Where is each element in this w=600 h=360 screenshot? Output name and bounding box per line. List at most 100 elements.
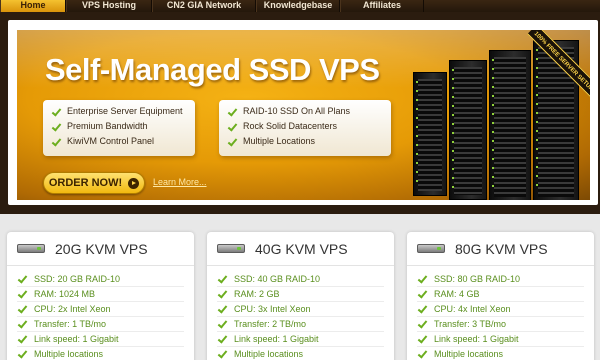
plan-header: 20G KVM VPS <box>7 232 194 266</box>
feature-label: Multiple Locations <box>243 136 316 146</box>
hero-title: Self-Managed SSD VPS <box>45 52 380 87</box>
feature-label: RAID-10 SSD On All Plans <box>243 106 351 116</box>
spec-label: RAM: 2 GB <box>234 289 280 299</box>
spec-label: SSD: 80 GB RAID-10 <box>434 274 521 284</box>
check-icon <box>217 349 227 359</box>
plans-section: 20G KVM VPS SSD: 20 GB RAID-10 RAM: 1024… <box>0 214 600 360</box>
check-icon <box>51 137 61 147</box>
ssd-drive-icon <box>217 244 245 253</box>
spec-label: Multiple locations <box>234 349 304 359</box>
spec-label: Link speed: 1 Gigabit <box>234 334 319 344</box>
spec-item: RAM: 2 GB <box>217 287 384 302</box>
ssd-drive-icon <box>417 244 445 253</box>
check-icon <box>17 304 27 314</box>
spec-list: SSD: 20 GB RAID-10 RAM: 1024 MB CPU: 2x … <box>7 266 194 360</box>
check-icon <box>51 122 61 132</box>
spec-item: Link speed: 1 Gigabit <box>417 332 584 347</box>
check-icon <box>17 334 27 344</box>
plan-card-20g[interactable]: 20G KVM VPS SSD: 20 GB RAID-10 RAM: 1024… <box>7 232 194 360</box>
spec-item: CPU: 3x Intel Xeon <box>217 302 384 317</box>
check-icon <box>417 274 427 284</box>
feature-item: Premium Bandwidth <box>51 119 187 134</box>
play-arrow-icon <box>128 177 140 189</box>
server-rack <box>413 72 447 196</box>
plan-card-80g[interactable]: 80G KVM VPS SSD: 80 GB RAID-10 RAM: 4 GB… <box>407 232 594 360</box>
check-icon <box>417 304 427 314</box>
feature-item: Multiple Locations <box>227 134 383 149</box>
learn-more-link[interactable]: Learn More... <box>153 177 207 187</box>
spec-label: CPU: 2x Intel Xeon <box>34 304 111 314</box>
hero-banner: Self-Managed SSD VPS Enterprise Server E… <box>17 30 590 200</box>
order-now-label: ORDER NOW! <box>48 177 123 189</box>
plan-title: 40G KVM VPS <box>255 240 348 257</box>
check-icon <box>417 289 427 299</box>
plan-card-40g[interactable]: 40G KVM VPS SSD: 40 GB RAID-10 RAM: 2 GB… <box>207 232 394 360</box>
spec-item: SSD: 80 GB RAID-10 <box>417 272 584 287</box>
check-icon <box>417 319 427 329</box>
plan-title: 80G KVM VPS <box>455 240 548 257</box>
spec-label: Link speed: 1 Gigabit <box>34 334 119 344</box>
check-icon <box>17 289 27 299</box>
check-icon <box>51 107 61 117</box>
server-racks-illustration: 100% FREE SERVER SETUP <box>413 30 590 200</box>
check-icon <box>17 349 27 359</box>
check-icon <box>227 137 237 147</box>
check-icon <box>17 274 27 284</box>
spec-item: SSD: 40 GB RAID-10 <box>217 272 384 287</box>
nav-item-vps-hosting[interactable]: VPS Hosting <box>66 0 152 12</box>
top-nav: Home VPS Hosting CN2 GIA Network Knowled… <box>0 0 600 12</box>
feature-box-right: RAID-10 SSD On All Plans Rock Solid Data… <box>219 100 391 156</box>
feature-item: RAID-10 SSD On All Plans <box>227 104 383 119</box>
feature-item: KiwiVM Control Panel <box>51 134 187 149</box>
feature-label: Premium Bandwidth <box>67 121 148 131</box>
spec-list: SSD: 80 GB RAID-10 RAM: 4 GB CPU: 4x Int… <box>407 266 594 360</box>
spec-item: RAM: 1024 MB <box>17 287 184 302</box>
feature-label: KiwiVM Control Panel <box>67 136 155 146</box>
spec-label: CPU: 3x Intel Xeon <box>234 304 311 314</box>
plan-header: 80G KVM VPS <box>407 232 594 266</box>
spec-item: CPU: 4x Intel Xeon <box>417 302 584 317</box>
check-icon <box>217 289 227 299</box>
spec-item: CPU: 2x Intel Xeon <box>17 302 184 317</box>
spec-item: Link speed: 1 Gigabit <box>217 332 384 347</box>
check-icon <box>17 319 27 329</box>
plan-title: 20G KVM VPS <box>55 240 148 257</box>
check-icon <box>417 334 427 344</box>
hero-frame: Self-Managed SSD VPS Enterprise Server E… <box>8 20 598 205</box>
spec-label: Multiple locations <box>34 349 104 359</box>
ssd-drive-icon <box>17 244 45 253</box>
check-icon <box>217 334 227 344</box>
spec-item: Transfer: 1 TB/mo <box>17 317 184 332</box>
spec-label: Transfer: 2 TB/mo <box>234 319 307 329</box>
spec-label: SSD: 20 GB RAID-10 <box>34 274 121 284</box>
plan-header: 40G KVM VPS <box>207 232 394 266</box>
check-icon <box>217 319 227 329</box>
spec-label: CPU: 4x Intel Xeon <box>434 304 511 314</box>
spec-item: Transfer: 2 TB/mo <box>217 317 384 332</box>
spec-item: SSD: 20 GB RAID-10 <box>17 272 184 287</box>
check-icon <box>227 122 237 132</box>
check-icon <box>227 107 237 117</box>
check-icon <box>217 304 227 314</box>
spec-label: Link speed: 1 Gigabit <box>434 334 519 344</box>
spec-label: RAM: 1024 MB <box>34 289 96 299</box>
spec-label: Transfer: 1 TB/mo <box>34 319 107 329</box>
spec-item: Multiple locations <box>17 347 184 360</box>
feature-box-left: Enterprise Server Equipment Premium Band… <box>43 100 195 156</box>
nav-item-cn2-gia-network[interactable]: CN2 GIA Network <box>152 0 256 12</box>
spec-label: SSD: 40 GB RAID-10 <box>234 274 321 284</box>
spec-item: Multiple locations <box>417 347 584 360</box>
feature-label: Enterprise Server Equipment <box>67 106 183 116</box>
nav-item-knowledgebase[interactable]: Knowledgebase <box>256 0 340 12</box>
nav-item-home[interactable]: Home <box>0 0 66 12</box>
spec-label: Transfer: 3 TB/mo <box>434 319 507 329</box>
nav-item-affiliates[interactable]: Affiliates <box>340 0 424 12</box>
spec-item: Transfer: 3 TB/mo <box>417 317 584 332</box>
spec-item: Link speed: 1 Gigabit <box>17 332 184 347</box>
spec-label: RAM: 4 GB <box>434 289 480 299</box>
order-now-button[interactable]: ORDER NOW! <box>43 172 145 194</box>
server-rack <box>489 50 531 200</box>
feature-item: Enterprise Server Equipment <box>51 104 187 119</box>
spec-item: Multiple locations <box>217 347 384 360</box>
feature-label: Rock Solid Datacenters <box>243 121 338 131</box>
